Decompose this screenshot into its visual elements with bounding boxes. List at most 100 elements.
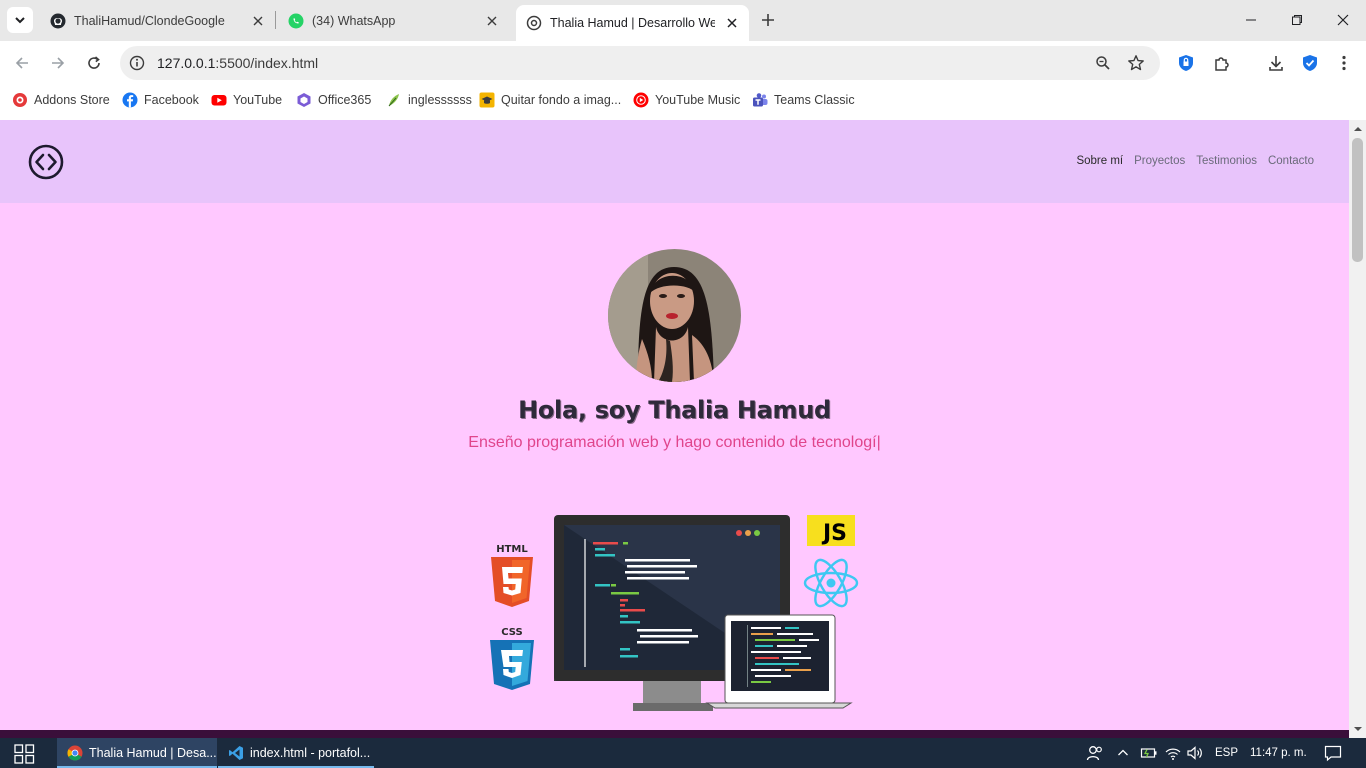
dev-illustration: HTML CSS JS	[490, 515, 859, 711]
security-check-icon[interactable]	[1300, 53, 1320, 73]
laptop-icon	[705, 614, 853, 709]
nav-link-testimonios[interactable]: Testimonios	[1196, 155, 1257, 167]
scroll-down-icon[interactable]	[1353, 724, 1363, 734]
bookmark-label: inglessssss	[408, 93, 472, 107]
taskbar-app-vscode[interactable]: index.html - portafol...	[218, 738, 374, 768]
bookmark-teams-classic[interactable]: Teams Classic	[752, 91, 855, 109]
page-viewport: Sobre mí Proyectos Testimonios Contacto …	[0, 120, 1349, 730]
hero-subtitle-text: Enseño programación web y hago contenido…	[468, 434, 877, 451]
restore-icon	[1292, 15, 1302, 25]
tab-separator	[275, 11, 276, 29]
nav-link-proyectos[interactable]: Proyectos	[1134, 155, 1185, 167]
html5-icon: HTML	[491, 544, 533, 607]
bookmark-label: Addons Store	[34, 93, 110, 107]
notifications-icon[interactable]	[1324, 738, 1342, 768]
download-icon[interactable]	[1266, 53, 1286, 73]
browser-toolbar: 127.0.0.1:5500/index.html	[0, 41, 1366, 85]
scrollbar-thumb[interactable]	[1352, 138, 1363, 262]
vscode-icon	[228, 745, 244, 761]
close-icon[interactable]	[723, 14, 741, 32]
css3-icon: CSS	[490, 627, 534, 690]
wifi-icon[interactable]	[1164, 738, 1182, 768]
addons-icon	[12, 92, 28, 108]
site-info-icon[interactable]	[128, 54, 146, 72]
taskbar-app-chrome[interactable]: Thalia Hamud | Desa...	[57, 738, 217, 768]
javascript-icon: JS	[807, 515, 855, 546]
chevron-down-icon	[15, 17, 25, 24]
nav-link-contacto[interactable]: Contacto	[1268, 155, 1314, 167]
forward-button[interactable]	[44, 49, 72, 77]
hat-icon	[479, 92, 495, 108]
close-icon[interactable]	[249, 12, 267, 30]
input-language[interactable]: ESP	[1215, 738, 1238, 768]
bookmark-youtube[interactable]: YouTube	[211, 91, 282, 109]
taskbar-app-label: Thalia Hamud | Desa...	[89, 746, 217, 760]
html-badge-label: HTML	[496, 544, 528, 555]
shield-extension-icon[interactable]	[1176, 53, 1196, 73]
bookmark-addons-store[interactable]: Addons Store	[12, 91, 110, 109]
tab-github[interactable]: ThaliHamud/ClondeGoogle	[40, 6, 275, 35]
arrow-right-icon	[52, 57, 65, 69]
star-icon[interactable]	[1127, 54, 1145, 72]
close-icon[interactable]	[483, 12, 501, 30]
bookmark-quitar-fondo[interactable]: Quitar fondo a imag...	[479, 91, 621, 109]
extensions-icon[interactable]	[1212, 53, 1232, 73]
taskbar-clock[interactable]: 11:47 p. m.	[1250, 738, 1307, 768]
reload-button[interactable]	[80, 49, 108, 77]
people-icon[interactable]	[1086, 738, 1104, 768]
youtube-icon	[211, 92, 227, 108]
close-icon	[1337, 14, 1349, 26]
new-tab-button[interactable]	[757, 9, 779, 31]
address-bar[interactable]: 127.0.0.1:5500/index.html	[120, 46, 1160, 80]
page-footer-edge	[0, 730, 1349, 738]
site-nav: Sobre mí Proyectos Testimonios Contacto	[1076, 155, 1314, 167]
tab-title: Thalia Hamud | Desarrollo Web	[550, 16, 715, 30]
teams-icon	[752, 92, 768, 108]
youtube-music-icon	[633, 92, 649, 108]
zoom-icon[interactable]	[1094, 54, 1112, 72]
site-header: Sobre mí Proyectos Testimonios Contacto	[0, 120, 1349, 203]
task-view-icon[interactable]	[12, 744, 38, 764]
whatsapp-icon	[288, 13, 304, 29]
tab-portfolio[interactable]: Thalia Hamud | Desarrollo Web	[516, 5, 749, 41]
volume-icon[interactable]	[1186, 738, 1204, 768]
bookmark-label: YouTube Music	[655, 93, 741, 107]
typing-caret: |	[876, 434, 881, 451]
tab-strip: ThaliHamud/ClondeGoogle (34) WhatsApp Th…	[0, 0, 1366, 41]
leaf-icon	[386, 92, 402, 108]
bookmark-inglesssss[interactable]: inglessssss	[386, 91, 472, 109]
close-window-button[interactable]	[1320, 0, 1366, 40]
js-badge-label: JS	[821, 521, 847, 546]
facebook-icon	[122, 92, 138, 108]
nav-link-sobre-mi[interactable]: Sobre mí	[1076, 155, 1123, 167]
taskbar-app-label: index.html - portafol...	[250, 746, 371, 760]
url-text[interactable]: 127.0.0.1:5500/index.html	[157, 55, 318, 71]
arrow-left-icon	[15, 57, 28, 69]
css-badge-label: CSS	[501, 627, 522, 638]
bookmark-office365[interactable]: Office365	[296, 91, 371, 109]
github-icon	[50, 13, 66, 29]
minimize-button[interactable]	[1228, 0, 1274, 40]
bookmark-facebook[interactable]: Facebook	[122, 91, 199, 109]
back-button[interactable]	[8, 49, 36, 77]
tray-chevron-up-icon[interactable]	[1117, 738, 1129, 768]
tab-title: ThaliHamud/ClondeGoogle	[74, 13, 225, 28]
bookmark-label: Teams Classic	[774, 93, 855, 107]
bookmark-label: Quitar fondo a imag...	[501, 93, 622, 107]
url-path: :5500/index.html	[215, 55, 319, 71]
bookmark-youtube-music[interactable]: YouTube Music	[633, 91, 740, 109]
url-host: 127.0.0.1	[157, 55, 216, 71]
reload-icon	[88, 56, 100, 69]
minimize-icon	[1246, 19, 1256, 21]
kebab-menu-icon[interactable]	[1334, 53, 1354, 73]
code-logo-icon[interactable]	[28, 144, 64, 180]
chrome-page-icon	[526, 15, 542, 31]
tab-search-button[interactable]	[7, 7, 33, 33]
tab-title: (34) WhatsApp	[312, 13, 396, 28]
bookmark-label: YouTube	[233, 93, 283, 107]
restore-button[interactable]	[1274, 0, 1320, 40]
bookmarks-bar: Addons Store Facebook YouTube Office365 …	[0, 85, 1366, 116]
scroll-up-icon[interactable]	[1353, 124, 1363, 134]
tab-whatsapp[interactable]: (34) WhatsApp	[278, 6, 509, 35]
battery-icon[interactable]	[1140, 738, 1158, 768]
